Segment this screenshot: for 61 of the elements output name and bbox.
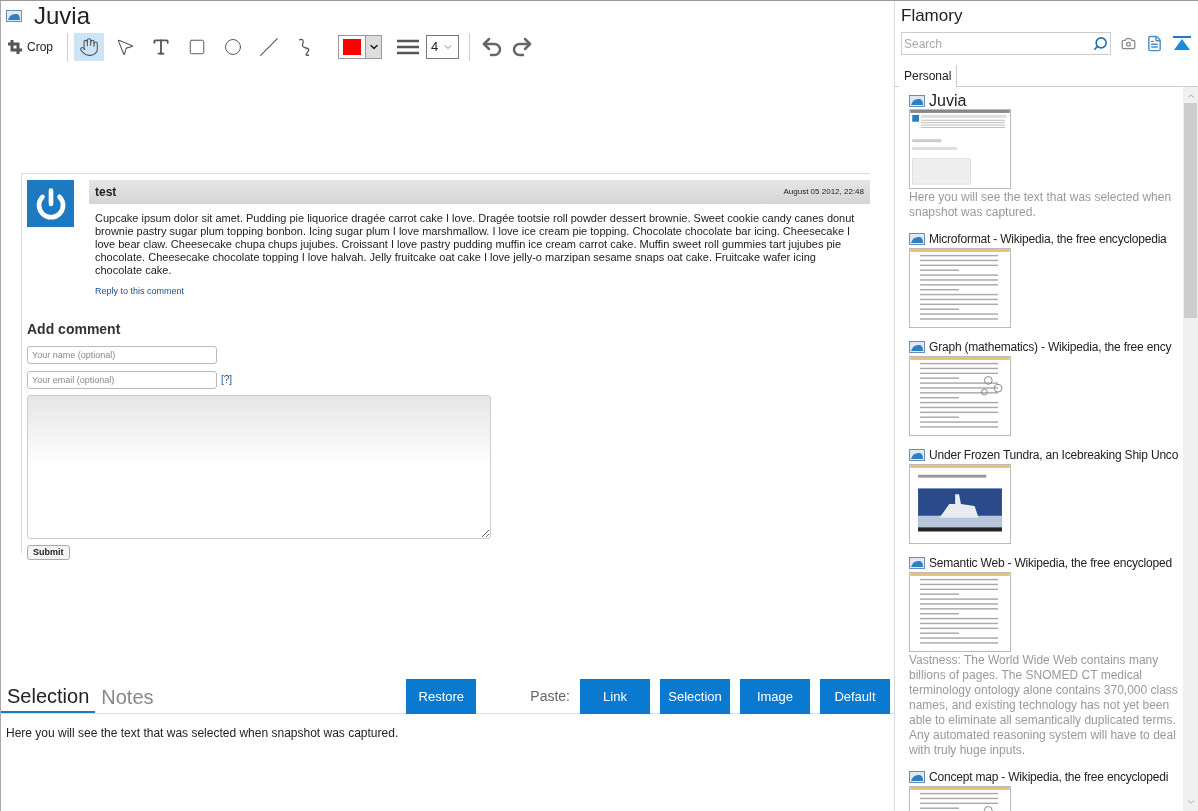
app-icon (909, 449, 925, 461)
snapshot-title[interactable]: Microformat - Wikipedia, the free encyclopedia (929, 230, 1167, 248)
snapshot-note: Here you will see the text that was selected when snapshot was captured. (909, 190, 1173, 220)
paste-button[interactable]: Image (740, 679, 810, 714)
app-icon (909, 341, 925, 353)
scroll-up-icon (1185, 91, 1196, 101)
scroll-down-icon (1185, 797, 1196, 807)
page-thumbnail[interactable] (909, 464, 1011, 544)
paste-label: Paste: (530, 687, 570, 706)
app-icon (6, 10, 22, 22)
line-width-dropdown[interactable]: 4 (426, 35, 460, 59)
crop-icon (7, 39, 23, 55)
window-title: Juvia (34, 4, 91, 28)
app-icon (909, 233, 925, 245)
line-width-icon (396, 37, 420, 57)
comment-field[interactable] (27, 394, 491, 539)
app-icon (909, 557, 925, 569)
camera-icon (1121, 36, 1136, 51)
app-icon (909, 95, 925, 107)
comment-body: Cupcake ipsum dolor sit amet. Pudding pie liquorice dragée carrot cake I love. Dragée tootsie roll powder dessert brownie. Sweet cookie candy canes donut brownie pastry sugar plum topping bonbon. Icing sugar plum I love marshmallow. I love ice cream pie topping. Chocolate chocolate bar icing. Cheesecake I love bear claw. Cheesecake chupa chups jujubes. Croissant I love pastry pudding muffin ice cream carrot cake. Muffin sweet roll gummies tart jujubes pie chocolate. Cheesecake chocolate topping I love halvah. Jelly fruitcake oat cake I love jelly-o marzipan sesame snaps oat cake. Fruitcake wafer icing chocolate cake. (94, 212, 856, 277)
reply-link[interactable]: Reply to this comment (89, 285, 870, 299)
power-icon (34, 187, 67, 220)
color-picker[interactable] (338, 35, 382, 59)
email-field[interactable]: Your email (optional) (27, 370, 217, 389)
snapshot-title[interactable]: Under Frozen Tundra, an Icebreaking Ship Unco (929, 446, 1179, 464)
scrollbar[interactable] (1183, 87, 1198, 811)
page-thumbnail[interactable] (909, 248, 1011, 328)
hand-icon (79, 37, 99, 57)
page-thumbnail[interactable] (909, 356, 1011, 436)
collapse-icon (1173, 35, 1191, 52)
snapshot-title[interactable]: Concept map - Wikipedia, the free encyclopedi (929, 768, 1169, 786)
comment-date: August 05 2012, 22:48 (783, 186, 864, 198)
snapshot-title[interactable]: Semantic Web - Wikipedia, the free encycloped (929, 554, 1172, 572)
snapshot-note: Vastness: The World Wide Web contains many billions of pages. The SNOMED CT medical terminology ontology alone contains 370,000 class names, and existing technology has not yet been able to eliminate all semantically duplicated terms. Any automated reasoning system will have to deal with truly huge inputs. (909, 653, 1179, 758)
search-icon (1093, 36, 1108, 51)
name-field[interactable]: Your name (optional) (27, 345, 217, 364)
comment-author: test (95, 184, 117, 201)
panel-title: Flamory (900, 5, 964, 27)
paste-button[interactable]: Link (580, 679, 650, 714)
tab[interactable]: Selection (1, 680, 96, 713)
form-heading: Add comment (27, 319, 121, 339)
app-icon (909, 771, 925, 783)
selection-text: Here you will see the text that was selected when snapshot was captured. (6, 725, 400, 742)
paste-button[interactable]: Default (820, 679, 890, 714)
crop-button[interactable]: Crop (7, 38, 61, 56)
pointer-icon (115, 37, 135, 57)
restore-button[interactable]: Restore (406, 679, 477, 714)
help-link[interactable]: [?] (221, 372, 233, 387)
submit-button[interactable]: Submit (27, 544, 70, 560)
tool-button[interactable] (74, 33, 104, 61)
document-icon (1146, 34, 1163, 53)
snapshot-title[interactable]: Graph (mathematics) - Wikipedia, the free ency (929, 338, 1172, 356)
page-thumbnail[interactable] (909, 572, 1011, 652)
search-field[interactable]: Search (901, 32, 1111, 55)
tab[interactable]: Notes (95, 680, 160, 713)
snapshot-title[interactable]: Juvia (929, 93, 967, 109)
page-thumbnail[interactable] (909, 109, 1011, 189)
panel-tab[interactable]: Personal (899, 65, 958, 87)
text-tool-icon (151, 37, 171, 57)
paste-button[interactable]: Selection (660, 679, 730, 714)
line-icon (259, 37, 279, 57)
